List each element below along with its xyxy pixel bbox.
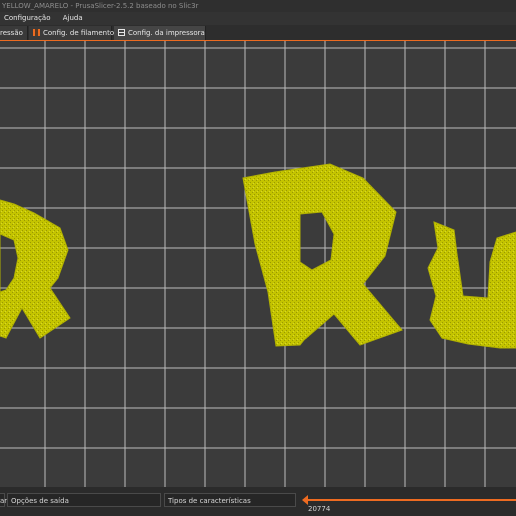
menu-item-help[interactable]: Ajuda	[63, 12, 83, 25]
tab-print-settings[interactable]: ressão	[0, 26, 28, 41]
horizontal-layer-slider[interactable]	[306, 499, 516, 501]
output-options-label: Opções de saída	[11, 497, 69, 505]
view-type-combo-partial[interactable]: ar	[0, 493, 7, 507]
bottom-legend-bar: ar Opções de saída Tipos de característi…	[0, 487, 516, 516]
tab-filament-settings[interactable]: Config. de filamento	[29, 26, 115, 41]
printer-icon	[118, 27, 125, 36]
tab-printer-label: Config. da impressora	[128, 29, 205, 37]
tab-filament-label: Config. de filamento	[43, 29, 115, 37]
tab-print-settings-label: ressão	[0, 29, 23, 37]
feature-types-combo[interactable]: Tipos de características	[164, 493, 296, 507]
output-options-combo[interactable]: Opções de saída	[7, 493, 161, 507]
filament-spool-icon	[33, 27, 40, 36]
3d-preview-viewport[interactable]	[0, 41, 516, 487]
slider-thumb-icon[interactable]	[302, 495, 308, 505]
window-title: YELLOW_AMARELO - PrusaSlicer-2.5.2 basea…	[2, 2, 199, 10]
slider-value: 20774	[308, 505, 331, 513]
window-titlebar: YELLOW_AMARELO - PrusaSlicer-2.5.2 basea…	[0, 0, 516, 12]
menu-bar: Configuração Ajuda	[0, 12, 516, 25]
feature-types-label: Tipos de características	[168, 497, 251, 505]
tab-bar: ressão Config. de filamento Config. da i…	[0, 25, 516, 41]
print-bed	[0, 41, 516, 487]
tab-printer-settings[interactable]: Config. da impressora	[114, 26, 206, 41]
menu-item-configuration[interactable]: Configuração	[4, 12, 50, 25]
